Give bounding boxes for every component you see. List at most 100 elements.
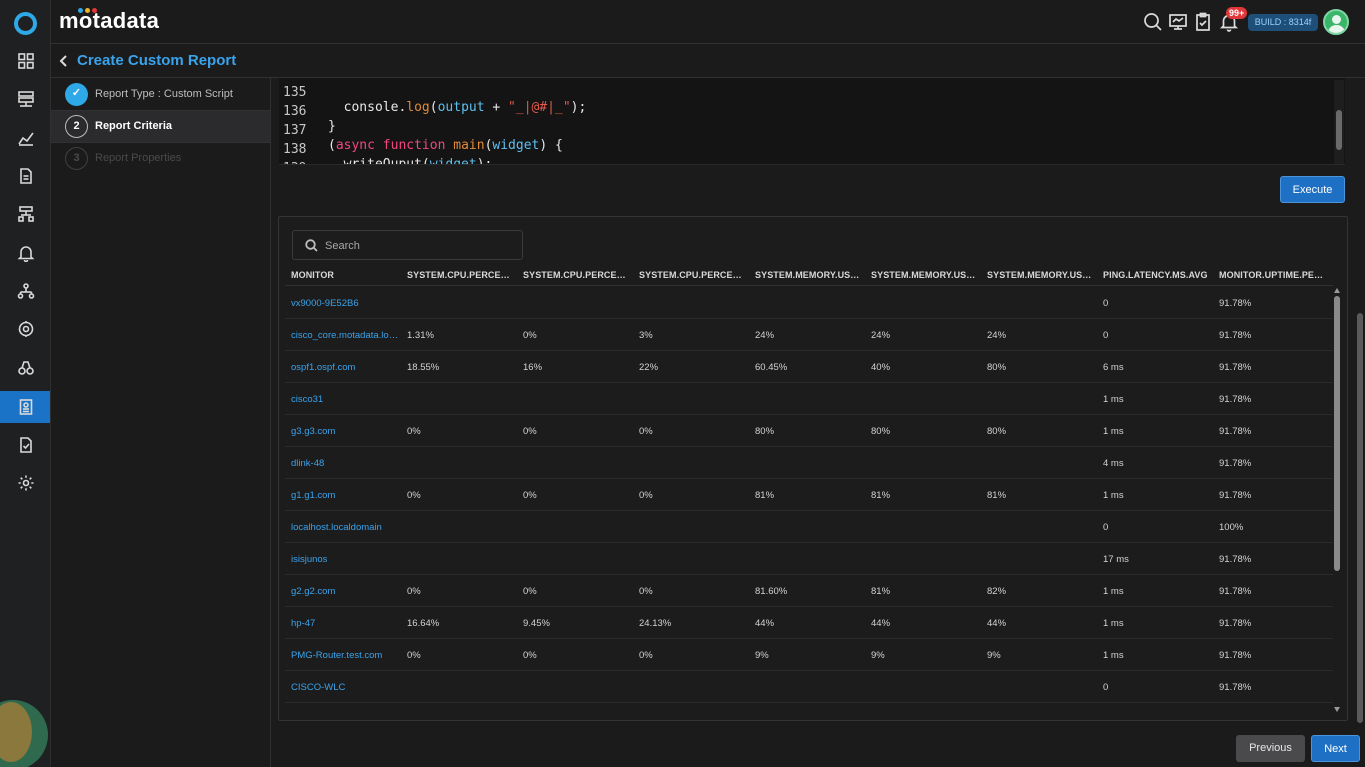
table-row[interactable]: g2.g2.com 0% 0% 0% 81.60% 81% 82% 1 ms 91.78% bbox=[285, 575, 1333, 607]
editor-scrollbar[interactable] bbox=[1334, 80, 1344, 164]
monitor-link[interactable]: vx9000-9E52B6 bbox=[291, 298, 399, 309]
monitor-link[interactable]: localhost.localdomain bbox=[291, 522, 399, 533]
table-cell: 1 ms bbox=[1103, 394, 1124, 405]
table-cell: 3% bbox=[639, 330, 653, 341]
monitors-icon[interactable] bbox=[0, 83, 50, 115]
reports-icon[interactable] bbox=[0, 391, 50, 423]
scroll-down-arrow-icon[interactable] bbox=[1334, 707, 1340, 712]
previous-button[interactable]: Previous bbox=[1236, 735, 1305, 762]
column-header[interactable]: SYSTEM.MEMORY.USED.PERCENT.MIN bbox=[871, 270, 979, 280]
table-cell: 0 bbox=[1103, 682, 1109, 693]
app-logo-icon[interactable] bbox=[14, 12, 37, 35]
clipboard-check-icon[interactable] bbox=[1193, 12, 1213, 32]
step-report-properties[interactable]: 3 Report Properties bbox=[51, 143, 270, 175]
audit-icon[interactable] bbox=[0, 429, 50, 461]
left-nav-rail bbox=[0, 0, 51, 767]
table-body: vx9000-9E52B6 0 91.78% cisco_core.motadata.… bbox=[285, 287, 1333, 715]
table-row[interactable]: isisjunos 17 ms 91.78% bbox=[285, 543, 1333, 575]
apm-icon[interactable] bbox=[0, 313, 50, 345]
table-cell: 91.78% bbox=[1219, 714, 1327, 715]
column-header[interactable]: SYSTEM.CPU.PERCENT.AVG bbox=[407, 270, 515, 280]
column-header[interactable]: SYSTEM.MEMORY.USED.PERCENT.MAX bbox=[987, 270, 1095, 280]
dashboard-icon[interactable] bbox=[0, 45, 50, 77]
search-input[interactable] bbox=[325, 237, 515, 254]
scroll-up-arrow-icon[interactable] bbox=[1334, 288, 1340, 293]
explorer-icon[interactable] bbox=[0, 352, 50, 384]
step-report-type[interactable]: ✓ Report Type : Custom Script bbox=[51, 78, 270, 110]
metrics-icon[interactable] bbox=[0, 122, 50, 154]
monitor-link[interactable]: cisco_core.motadata.local bbox=[291, 330, 399, 341]
table-cell: 0% bbox=[639, 490, 653, 501]
monitor-link[interactable]: hp-47 bbox=[291, 618, 399, 629]
monitor-link[interactable]: ospf1.ospf.com bbox=[291, 362, 399, 373]
script-editor[interactable]: 135 console.log(output + "_|@#|_"); 136 … bbox=[279, 78, 1345, 165]
app-root: motadata 99+ BUILD : 8314f Create Custom… bbox=[0, 0, 1365, 767]
table-row[interactable]: vx9000-9E52B6 0 91.78% bbox=[285, 287, 1333, 319]
table-row[interactable]: cisco_core.motadata.local 1.31% 0% 3% 24% 24%… bbox=[285, 319, 1333, 351]
page-scrollbar[interactable] bbox=[1355, 78, 1365, 723]
table-row[interactable]: g1.g1.com 0% 0% 0% 81% 81% 81% 1 ms 91.78% bbox=[285, 479, 1333, 511]
column-header[interactable]: PING.LATENCY.MS.AVG bbox=[1103, 270, 1211, 280]
monitor-link[interactable]: isisjunos bbox=[291, 554, 399, 565]
table-row[interactable]: ospf1.ospf.com 18.55% 16% 22% 60.45% 40% 80% 6 … bbox=[285, 351, 1333, 383]
table-cell: 9% bbox=[755, 650, 769, 661]
scrollbar-thumb[interactable] bbox=[1336, 110, 1342, 150]
scrollbar-thumb[interactable] bbox=[1357, 313, 1363, 723]
settings-icon[interactable] bbox=[0, 467, 50, 499]
table-cell: 91.78% bbox=[1219, 298, 1252, 309]
alerts-icon[interactable] bbox=[0, 237, 50, 269]
build-badge: BUILD : 8314f bbox=[1248, 14, 1318, 31]
table-cell: 24% bbox=[871, 330, 891, 341]
column-header[interactable]: SYSTEM.CPU.PERCENT.MAX bbox=[639, 270, 747, 280]
table-row[interactable]: PKCS-VM 1.53% 0% 5% 36% 36% 36% 1 ms 91.78% bbox=[285, 703, 1333, 715]
brand-logo[interactable]: motadata bbox=[59, 8, 159, 34]
monitor-link[interactable]: PKCS-VM bbox=[291, 714, 399, 715]
monitor-screen-icon[interactable] bbox=[1168, 12, 1188, 32]
monitor-link[interactable]: g3.g3.com bbox=[291, 426, 399, 437]
column-header[interactable]: SYSTEM.MEMORY.USED.PERCENT.AVG bbox=[755, 270, 863, 280]
next-button[interactable]: Next bbox=[1311, 735, 1360, 762]
table-cell: 0 bbox=[1103, 522, 1109, 533]
column-header[interactable]: SYSTEM.CPU.PERCENT.MIN bbox=[523, 270, 631, 280]
monitor-link[interactable]: cisco31 bbox=[291, 394, 399, 405]
monitor-link[interactable]: PMG-Router.test.com bbox=[291, 650, 399, 661]
table-cell: 91.78% bbox=[1219, 362, 1252, 373]
table-cell: 0% bbox=[523, 490, 537, 501]
column-header[interactable]: MONITOR.UPTIME.PERCENT bbox=[1219, 270, 1327, 280]
back-chevron-icon[interactable] bbox=[56, 53, 72, 69]
table-cell: 0% bbox=[639, 426, 653, 437]
table-row[interactable]: hp-47 16.64% 9.45% 24.13% 44% 44% 44% 1 ms 91.78… bbox=[285, 607, 1333, 639]
search-box[interactable] bbox=[292, 230, 523, 260]
table-cell: 0% bbox=[639, 586, 653, 597]
logs-icon[interactable] bbox=[0, 160, 50, 192]
scrollbar-thumb[interactable] bbox=[1334, 296, 1340, 571]
user-avatar[interactable] bbox=[1323, 9, 1349, 35]
table-cell: 0% bbox=[407, 426, 421, 437]
table-row[interactable]: CISCO-WLC 0 91.78% bbox=[285, 671, 1333, 703]
execute-button[interactable]: Execute bbox=[1280, 176, 1345, 203]
table-cell: 80% bbox=[987, 426, 1007, 437]
brand-logo-dots bbox=[78, 8, 98, 14]
page-header: Create Custom Report bbox=[51, 44, 1365, 78]
monitor-link[interactable]: g1.g1.com bbox=[291, 490, 399, 501]
monitor-link[interactable]: g2.g2.com bbox=[291, 586, 399, 597]
step-label: Report Criteria bbox=[95, 120, 173, 132]
table-scrollbar[interactable] bbox=[1332, 287, 1342, 715]
table-row[interactable]: localhost.localdomain 0 100% bbox=[285, 511, 1333, 543]
table-cell: 17 ms bbox=[1103, 554, 1129, 565]
column-header[interactable]: MONITOR bbox=[291, 270, 399, 280]
monitor-link[interactable]: dlink-48 bbox=[291, 458, 399, 469]
search-icon[interactable] bbox=[1143, 12, 1163, 32]
table-row[interactable]: PMG-Router.test.com 0% 0% 0% 9% 9% 9% 1 ms 91.78… bbox=[285, 639, 1333, 671]
flows-icon[interactable] bbox=[0, 198, 50, 230]
step-report-criteria[interactable]: 2 Report Criteria bbox=[51, 111, 270, 143]
table-row[interactable]: g3.g3.com 0% 0% 0% 80% 80% 80% 1 ms 91.78% bbox=[285, 415, 1333, 447]
monitor-link[interactable]: CISCO-WLC bbox=[291, 682, 399, 693]
table-cell: 1.31% bbox=[407, 330, 434, 341]
table-row[interactable]: cisco31 1 ms 91.78% bbox=[285, 383, 1333, 415]
table-cell: 0% bbox=[523, 426, 537, 437]
table-row[interactable]: dlink-48 4 ms 91.78% bbox=[285, 447, 1333, 479]
table-cell: 91.78% bbox=[1219, 650, 1252, 661]
topology-icon[interactable] bbox=[0, 275, 50, 307]
step-label: Report Type : Custom Script bbox=[95, 88, 233, 100]
